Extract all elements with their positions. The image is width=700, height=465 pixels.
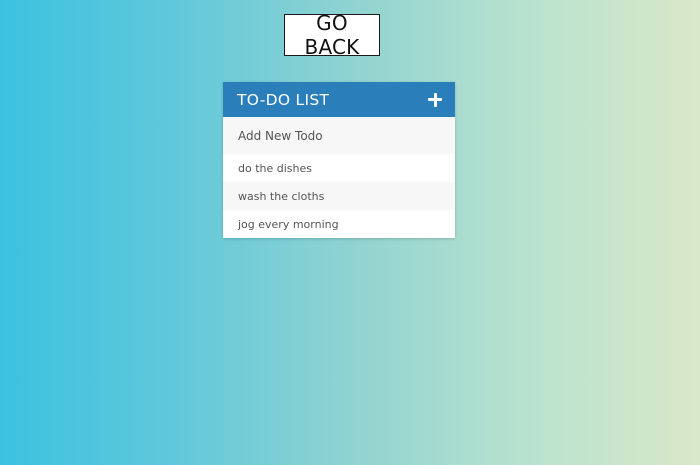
todo-header: TO-DO LIST — [223, 82, 455, 117]
new-todo-row — [223, 117, 455, 154]
todo-title: TO-DO LIST — [237, 90, 330, 109]
todo-item[interactable]: do the dishes — [223, 154, 455, 182]
todo-item[interactable]: jog every morning — [223, 210, 455, 238]
todo-list: do the dishes wash the cloths jog every … — [223, 154, 455, 238]
todo-item[interactable]: wash the cloths — [223, 182, 455, 210]
new-todo-input[interactable] — [238, 128, 438, 143]
plus-icon[interactable] — [428, 92, 442, 107]
go-back-button[interactable]: GO BACK — [284, 11, 380, 59]
todo-panel: TO-DO LIST do the dishes wash the cloths… — [223, 82, 455, 238]
